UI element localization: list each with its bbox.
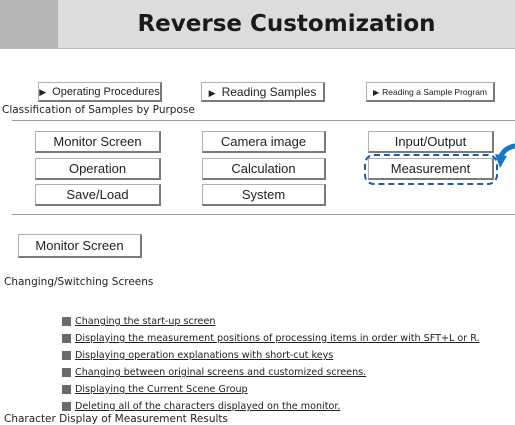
list-item: Changing the start-up screen xyxy=(62,313,480,330)
list-item: Displaying the measurement positions of … xyxy=(62,330,480,347)
category-calculation[interactable]: Calculation xyxy=(202,158,326,180)
bullet-square-icon xyxy=(62,385,71,394)
bullet-square-icon xyxy=(62,368,71,377)
header-side-block xyxy=(0,0,58,48)
section-heading: Changing/Switching Screens xyxy=(4,276,154,288)
link-list: Changing the start-up screen Displaying … xyxy=(62,313,480,415)
triangle-right-icon: ▶ xyxy=(208,88,216,98)
list-item: Displaying the Current Scene Group xyxy=(62,381,480,398)
triangle-right-icon: ▶ xyxy=(39,87,47,97)
reading-samples-button[interactable]: ▶ Reading Samples xyxy=(201,82,325,102)
category-operation[interactable]: Operation xyxy=(35,158,161,180)
header-bar: Reverse Customization xyxy=(0,0,515,49)
list-item: Displaying operation explanations with s… xyxy=(62,347,480,364)
link-operation-explanations[interactable]: Displaying operation explanations with s… xyxy=(75,350,333,361)
bullet-square-icon xyxy=(62,317,71,326)
next-section-heading: Character Display of Measurement Results xyxy=(4,413,229,425)
category-camera-image[interactable]: Camera image xyxy=(202,131,326,153)
page-title: Reverse Customization xyxy=(137,11,436,37)
link-original-customized-screens[interactable]: Changing between original screens and cu… xyxy=(75,367,366,378)
operating-procedures-button[interactable]: ▶ Operating Procedures xyxy=(38,82,162,102)
pointer-arrow-icon xyxy=(495,143,515,168)
measurement-highlight xyxy=(364,154,498,185)
category-system[interactable]: System xyxy=(202,184,326,206)
link-current-scene-group[interactable]: Displaying the Current Scene Group xyxy=(75,384,248,395)
link-delete-characters[interactable]: Deleting all of the characters displayed… xyxy=(75,401,340,412)
section-monitor-screen-button[interactable]: Monitor Screen xyxy=(18,234,142,258)
link-startup-screen[interactable]: Changing the start-up screen xyxy=(75,316,215,327)
classification-label: Classification of Samples by Purpose xyxy=(2,104,195,116)
divider xyxy=(12,120,515,121)
divider xyxy=(12,214,515,215)
bullet-square-icon xyxy=(62,351,71,360)
reading-sample-program-button[interactable]: ▶ Reading a Sample Program xyxy=(366,82,495,102)
category-save-load[interactable]: Save/Load xyxy=(35,184,161,206)
bullet-square-icon xyxy=(62,402,71,411)
link-measurement-positions[interactable]: Displaying the measurement positions of … xyxy=(75,333,480,344)
triangle-right-icon: ▶ xyxy=(372,88,380,97)
category-monitor-screen[interactable]: Monitor Screen xyxy=(35,131,161,153)
bullet-square-icon xyxy=(62,334,71,343)
list-item: Changing between original screens and cu… xyxy=(62,364,480,381)
category-input-output[interactable]: Input/Output xyxy=(368,131,494,153)
